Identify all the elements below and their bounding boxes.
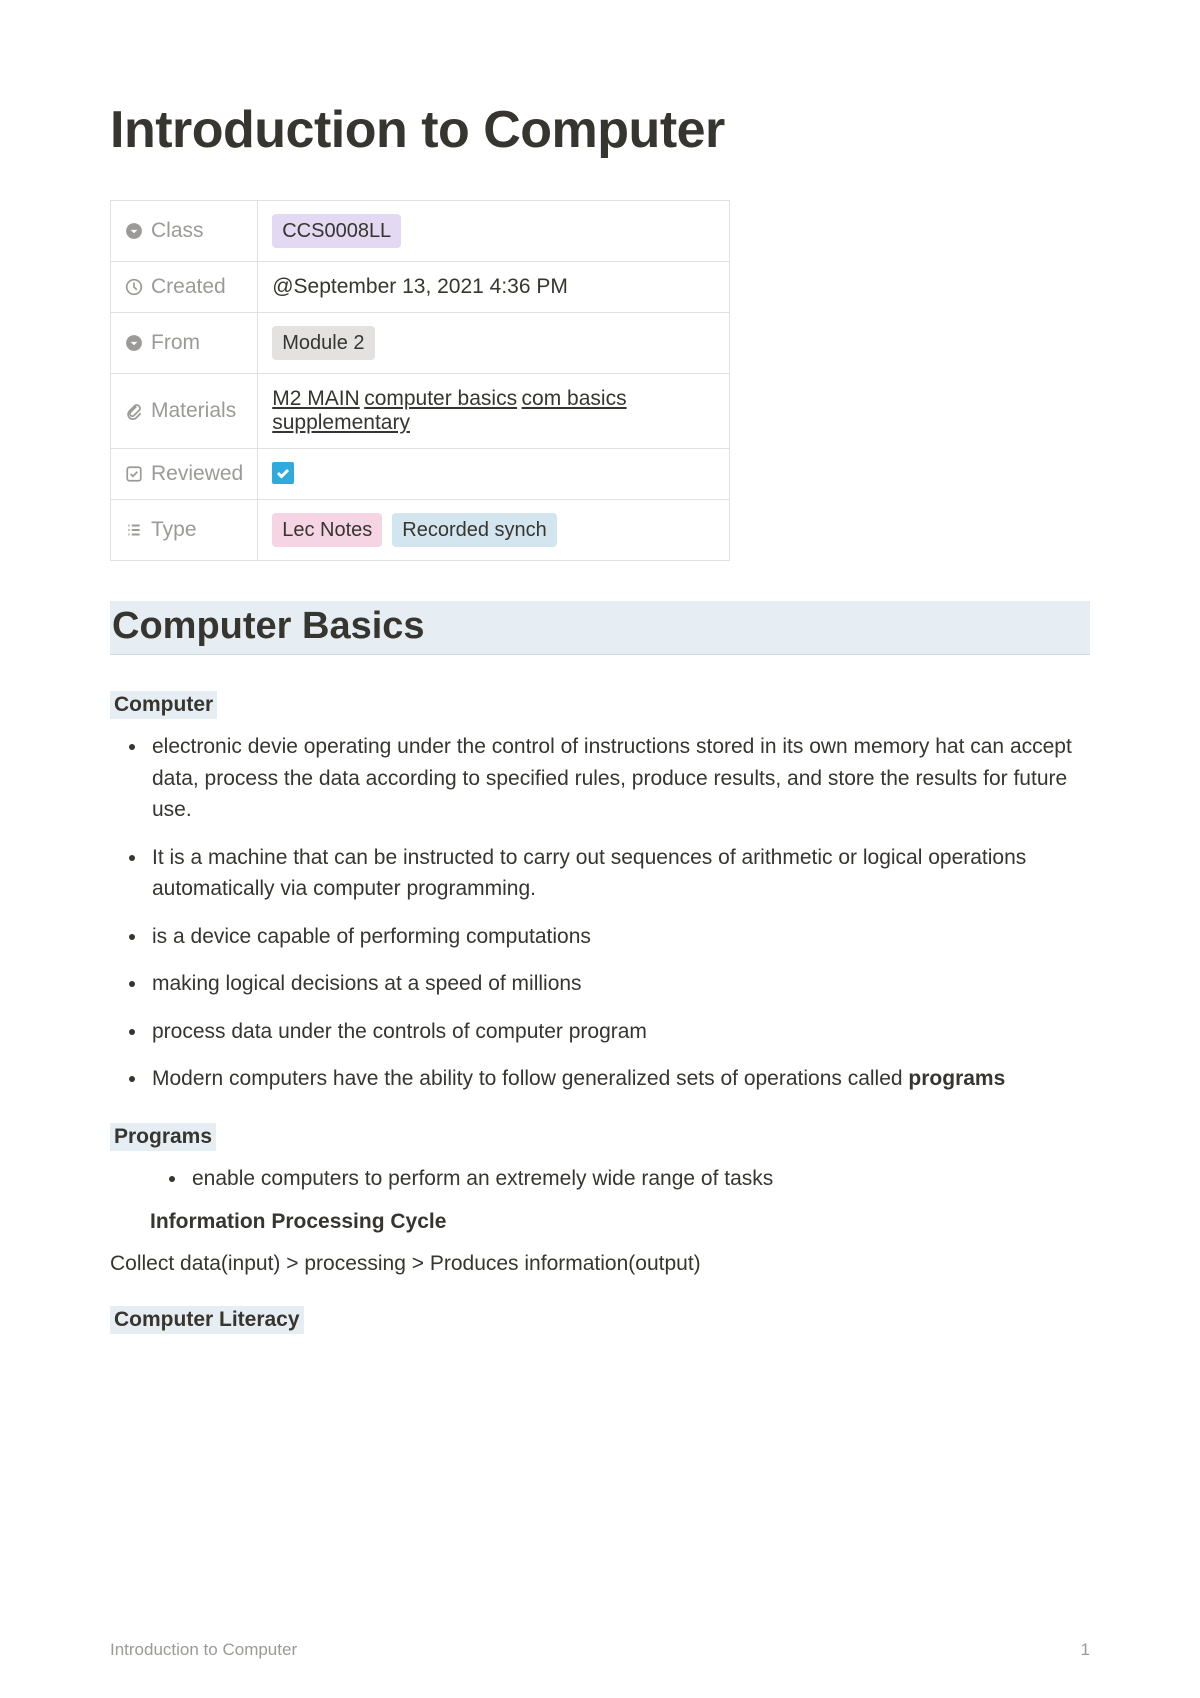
subheading-literacy: Computer Literacy [110, 1306, 304, 1334]
list-item: It is a machine that can be instructed t… [148, 842, 1090, 905]
chevron-down-circle-icon [125, 334, 143, 352]
subheading-programs: Programs [110, 1123, 216, 1151]
properties-table: Class CCS0008LL Created @September 13, 2… [110, 200, 730, 561]
checkbox-icon [125, 465, 143, 483]
property-row-class: Class CCS0008LL [111, 201, 730, 262]
page-footer: Introduction to Computer 1 [110, 1640, 1090, 1660]
subheading-ipc: Information Processing Cycle [150, 1210, 1090, 1234]
list-item: process data under the controls of compu… [148, 1016, 1090, 1048]
ipc-text: Collect data(input) > processing > Produ… [110, 1248, 1090, 1280]
list-item: is a device capable of performing comput… [148, 921, 1090, 953]
programs-bullet-list: enable computers to perform an extremely… [150, 1163, 1090, 1195]
type-tag[interactable]: Lec Notes [272, 513, 382, 547]
property-row-created: Created @September 13, 2021 4:36 PM [111, 262, 730, 313]
footer-title: Introduction to Computer [110, 1640, 297, 1660]
page-title: Introduction to Computer [110, 100, 1090, 160]
reviewed-checkbox[interactable] [272, 462, 294, 484]
property-label: Materials [151, 399, 236, 423]
list-item: Modern computers have the ability to fol… [148, 1063, 1090, 1095]
property-label: Reviewed [151, 462, 243, 486]
property-row-from: From Module 2 [111, 313, 730, 374]
computer-bullet-list: electronic devie operating under the con… [110, 731, 1090, 1095]
materials-link[interactable]: computer basics [364, 387, 517, 410]
subheading-computer: Computer [110, 691, 217, 719]
paperclip-icon [125, 402, 143, 420]
list-item-text: Modern computers have the ability to fol… [152, 1067, 908, 1090]
property-label: From [151, 331, 200, 355]
type-tag[interactable]: Recorded synch [392, 513, 557, 547]
materials-link[interactable]: M2 MAIN [272, 387, 360, 410]
class-tag[interactable]: CCS0008LL [272, 214, 401, 248]
footer-page-number: 1 [1081, 1640, 1090, 1660]
chevron-down-circle-icon [125, 222, 143, 240]
property-label: Created [151, 275, 226, 299]
list-item: enable computers to perform an extremely… [188, 1163, 1090, 1195]
list-icon [125, 521, 143, 539]
clock-icon [125, 278, 143, 296]
property-label: Type [151, 518, 197, 542]
from-tag[interactable]: Module 2 [272, 326, 374, 360]
property-row-reviewed: Reviewed [111, 449, 730, 500]
list-item: making logical decisions at a speed of m… [148, 968, 1090, 1000]
list-item: electronic devie operating under the con… [148, 731, 1090, 826]
property-row-type: Type Lec Notes Recorded synch [111, 500, 730, 561]
created-value: @September 13, 2021 4:36 PM [272, 275, 568, 298]
section-heading-computer-basics: Computer Basics [110, 601, 1090, 655]
property-row-materials: Materials M2 MAIN computer basics com ba… [111, 374, 730, 449]
property-label: Class [151, 219, 204, 243]
list-item-bold: programs [908, 1067, 1005, 1090]
